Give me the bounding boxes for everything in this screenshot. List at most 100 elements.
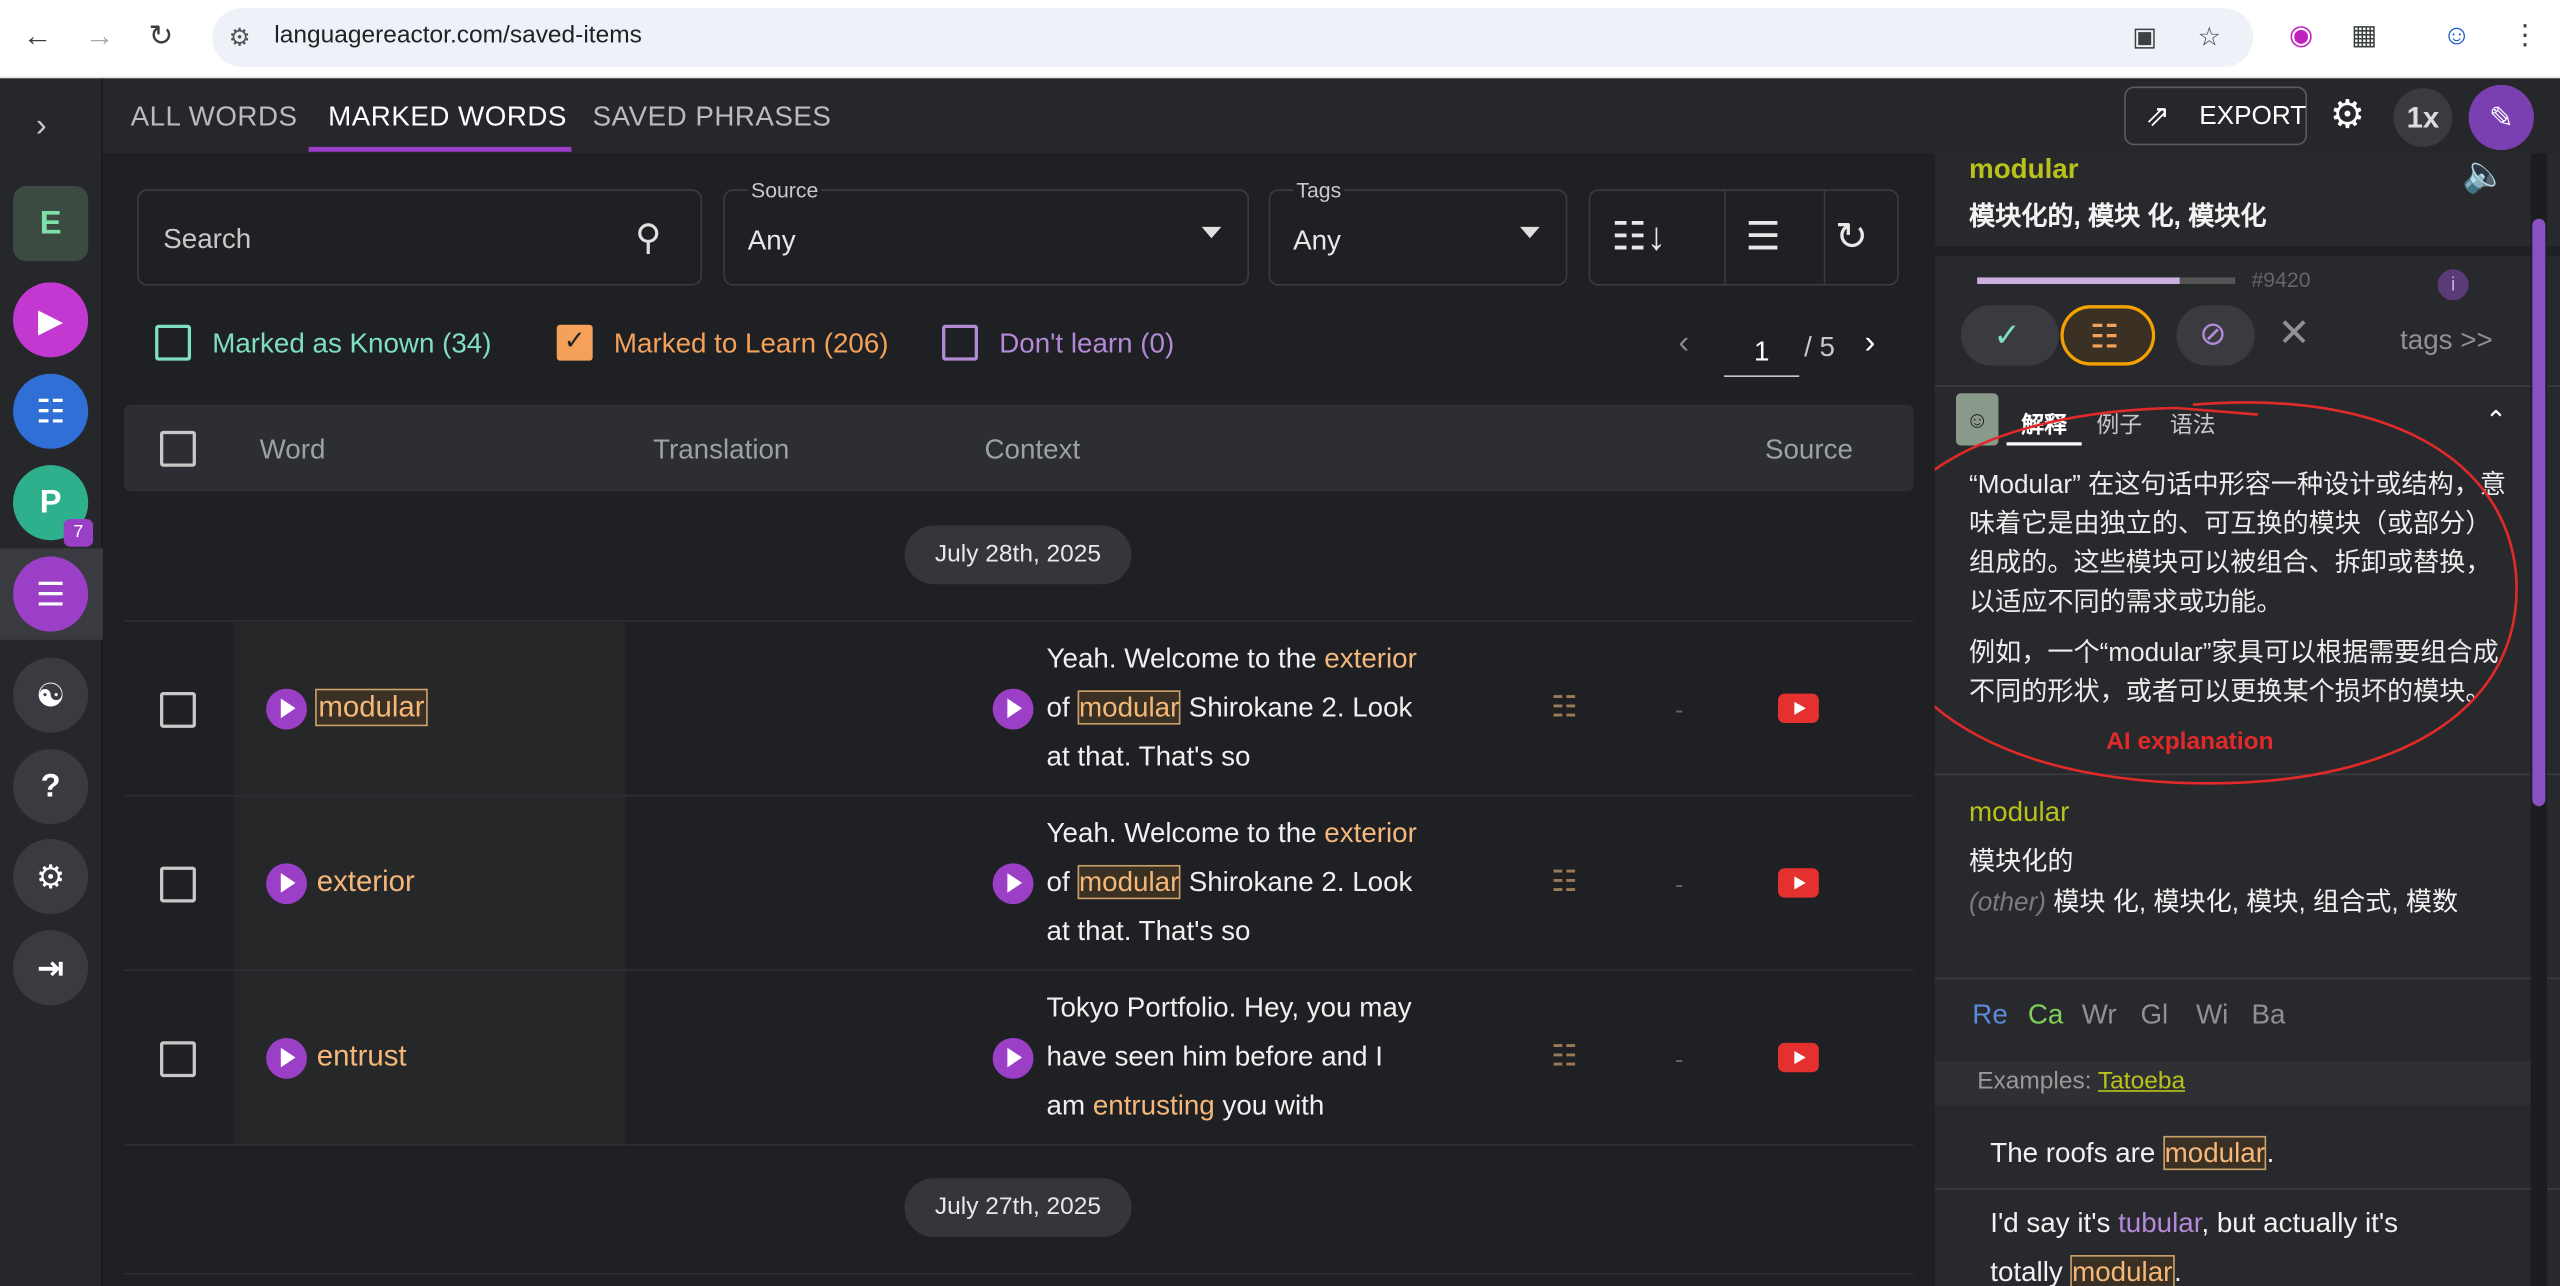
play-word-icon[interactable] <box>266 688 307 730</box>
learning-status-icon[interactable]: ☷ <box>1551 690 1577 724</box>
table-row[interactable]: modular Yeah. Welcome to the exterior of… <box>124 620 1914 795</box>
sidebar-e-button[interactable]: E <box>13 186 89 262</box>
word-text[interactable]: exterior <box>317 865 415 899</box>
dict-wr[interactable]: Wr <box>2082 999 2117 1032</box>
learn-filter-label[interactable]: Marked to Learn (206) <box>614 328 889 361</box>
search-box[interactable]: Search ⚲ <box>137 189 703 286</box>
dont-learn-checkbox[interactable] <box>942 324 978 361</box>
sidebar-help-button[interactable]: ? <box>13 749 89 825</box>
col-source[interactable]: Source <box>1765 434 1853 467</box>
dont-learn-filter-label[interactable]: Don't learn (0) <box>999 328 1174 361</box>
browser-menu-icon[interactable]: ⋮ <box>2511 20 2539 53</box>
extension-lr-icon[interactable]: ◉ <box>2289 20 2313 53</box>
col-word[interactable]: Word <box>260 434 326 467</box>
dict-gl[interactable]: Gl <box>2140 999 2168 1032</box>
tags-select[interactable]: Tags Any <box>1268 177 1568 286</box>
tab-saved-phrases[interactable]: SAVED PHRASES <box>593 101 832 134</box>
dict-wi[interactable]: Wi <box>2196 999 2228 1032</box>
sidebar-settings-button[interactable]: ⚙ <box>13 838 89 914</box>
page-number-input[interactable]: 1 <box>1724 328 1800 377</box>
speaker-icon[interactable]: 🔈 <box>2462 153 2507 195</box>
list-view-icon[interactable]: ☰ <box>1745 214 1780 261</box>
dict-re[interactable]: Re <box>1972 999 2007 1032</box>
play-word-icon[interactable] <box>266 1037 307 1079</box>
panel-scrollbar[interactable] <box>2530 153 2548 1286</box>
ex-related-word[interactable]: tubular <box>2118 1208 2201 1239</box>
caret-down-icon[interactable] <box>1520 226 1540 239</box>
tags-link[interactable]: tags >> <box>2400 325 2493 358</box>
example-sentence[interactable]: I'd say it's tubular, but actually it's … <box>1990 1200 2480 1286</box>
url-text[interactable]: languagereactor.com/saved-items <box>274 21 642 49</box>
playback-speed-button[interactable]: 1x <box>2393 88 2453 147</box>
search-icon[interactable]: ⚲ <box>635 217 661 259</box>
table-row[interactable]: exterior Yeah. Welcome to the exterior o… <box>124 794 1914 970</box>
ctx-target-word[interactable]: modular <box>1077 690 1181 725</box>
context-text[interactable]: Tokyo Portfolio. Hey, you may have seen … <box>1047 984 1455 1131</box>
ctx-highlight[interactable]: exterior <box>1324 818 1417 849</box>
tab-all-words[interactable]: ALL WORDS <box>131 101 298 134</box>
address-bar[interactable]: ⚙ languagereactor.com/saved-items ▣ ☆ <box>212 8 2254 67</box>
tags-value[interactable]: Any <box>1293 225 1341 258</box>
mark-learn-button[interactable]: ☷ <box>2060 305 2156 366</box>
ex-target-word[interactable]: modular <box>2070 1255 2175 1286</box>
sidebar-saved-items-button[interactable]: ☰ <box>13 556 89 632</box>
row-checkbox[interactable] <box>160 1041 196 1078</box>
word-text[interactable]: modular <box>315 688 428 727</box>
context-text[interactable]: Yeah. Welcome to the exterior of modular… <box>1047 635 1455 782</box>
row-checkbox[interactable] <box>160 691 196 728</box>
dont-learn-button[interactable]: ⊘ <box>2176 305 2255 366</box>
row-checkbox[interactable] <box>160 866 196 903</box>
source-value[interactable]: Any <box>748 225 796 258</box>
refresh-icon[interactable]: ↻ <box>1835 214 1868 261</box>
next-page-icon[interactable]: › <box>1865 325 1876 363</box>
youtube-icon[interactable] <box>1778 693 1819 723</box>
sidebar-practice-button[interactable]: ☯ <box>13 657 89 733</box>
example-sentence[interactable]: The roofs are modular. <box>1990 1129 2480 1178</box>
col-context[interactable]: Context <box>985 434 1081 467</box>
install-icon[interactable]: ▣ <box>2132 21 2157 54</box>
sidebar-play-button[interactable]: ▶ <box>13 282 89 358</box>
mark-known-button[interactable]: ✓ <box>1960 305 2059 366</box>
profile-icon[interactable]: ☺ <box>2443 20 2471 53</box>
translate-toggle-button[interactable]: ✎ <box>2468 84 2534 151</box>
tatoeba-link[interactable]: Tatoeba <box>2098 1067 2185 1095</box>
ctx-target-word[interactable]: modular <box>1077 864 1181 900</box>
ctx-highlight[interactable]: entrusting <box>1093 1090 1215 1121</box>
reload-icon[interactable]: ↻ <box>149 20 174 54</box>
word-text[interactable]: entrust <box>317 1040 407 1074</box>
calendar-sort-icon[interactable]: ☷↓ <box>1611 214 1666 261</box>
play-context-icon[interactable] <box>992 1037 1034 1079</box>
sidebar-logout-button[interactable]: ⇥ <box>13 930 89 1006</box>
known-checkbox[interactable] <box>155 324 192 361</box>
back-icon[interactable]: ← <box>23 20 52 54</box>
play-context-icon[interactable] <box>992 863 1034 905</box>
learn-checkbox[interactable]: ✓ <box>556 324 593 361</box>
learning-status-icon[interactable]: ☷ <box>1551 1040 1577 1074</box>
ex-target-word[interactable]: modular <box>2163 1135 2267 1171</box>
close-icon[interactable]: ✕ <box>2278 310 2311 357</box>
scrollbar-thumb[interactable] <box>2532 218 2546 807</box>
expand-chevron-icon[interactable]: › <box>36 108 47 146</box>
prev-page-icon[interactable]: ‹ <box>1678 325 1689 363</box>
tab-marked-words[interactable]: MARKED WORDS <box>328 101 567 134</box>
forward-icon[interactable]: → <box>85 20 114 54</box>
known-filter-label[interactable]: Marked as Known (34) <box>212 328 491 361</box>
youtube-icon[interactable] <box>1778 868 1819 898</box>
select-all-checkbox[interactable] <box>160 430 196 467</box>
table-row[interactable]: entrust Tokyo Portfolio. Hey, you may ha… <box>124 969 1914 1145</box>
youtube-icon[interactable] <box>1778 1042 1819 1073</box>
source-select[interactable]: Source Any <box>723 177 1250 286</box>
dict-ca[interactable]: Ca <box>2028 999 2063 1032</box>
col-translation[interactable]: Translation <box>653 434 789 467</box>
bookmark-star-icon[interactable]: ☆ <box>2198 21 2221 54</box>
play-context-icon[interactable] <box>992 688 1034 730</box>
site-info-icon[interactable]: ⚙ <box>229 23 251 52</box>
settings-gear-icon[interactable]: ⚙ <box>2330 91 2365 138</box>
sidebar-chat-button[interactable]: ☷ <box>13 373 89 449</box>
learning-status-icon[interactable]: ☷ <box>1551 865 1577 899</box>
caret-down-icon[interactable] <box>1201 226 1222 239</box>
info-icon[interactable]: i <box>2437 269 2469 301</box>
dict-ba[interactable]: Ba <box>2251 999 2285 1032</box>
context-text[interactable]: Yeah. Welcome to the exterior of modular… <box>1047 809 1455 956</box>
search-input[interactable]: Search <box>163 224 251 257</box>
